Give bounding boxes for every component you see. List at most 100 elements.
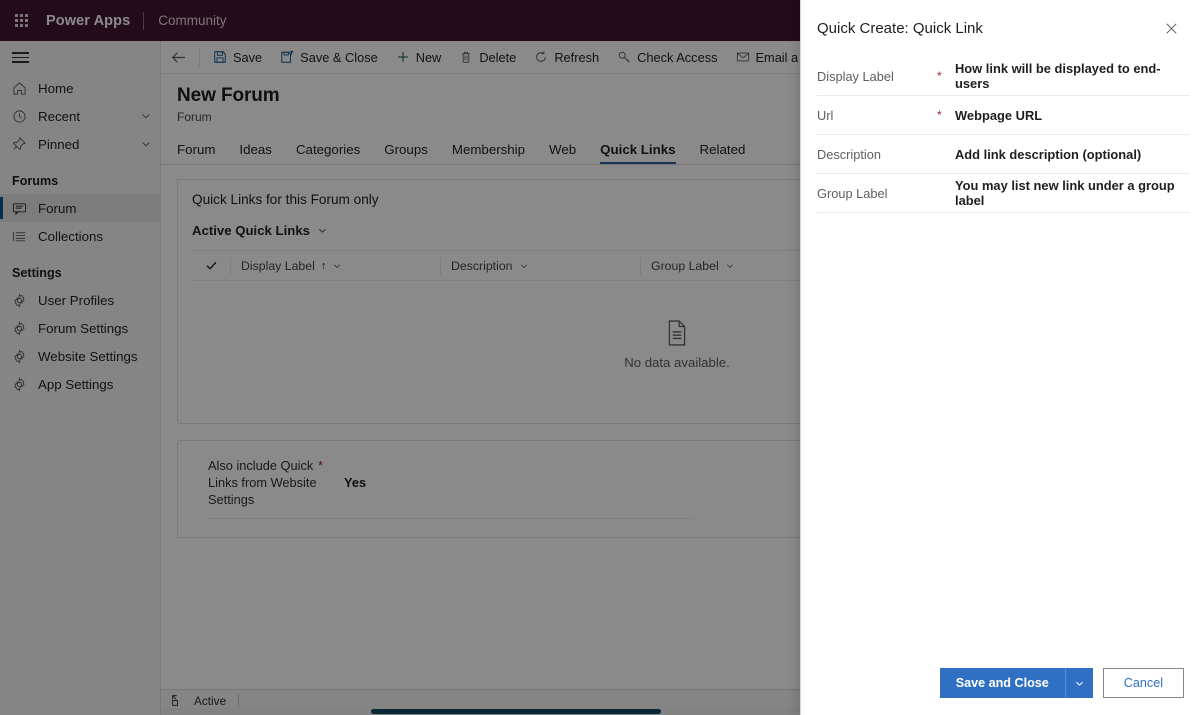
save-icon (213, 50, 227, 64)
save-button[interactable]: Save (204, 41, 271, 73)
command-label: Save (233, 49, 263, 65)
field-description: Description Add link description (option… (817, 135, 1190, 174)
required-marker: * (318, 458, 324, 473)
sidebar-item-label: Home (38, 80, 74, 96)
chevron-down-icon[interactable] (725, 261, 735, 271)
field-value[interactable]: Yes (344, 475, 366, 490)
grid-column-group-label[interactable]: Group Label (640, 256, 810, 275)
field-label: Group Label (817, 185, 888, 201)
cancel-button[interactable]: Cancel (1102, 668, 1184, 698)
required-marker: * (937, 69, 942, 83)
sidebar-item-label: Pinned (38, 136, 80, 152)
sidebar-item-website-settings[interactable]: Website Settings (0, 342, 160, 370)
open-in-new-window-icon[interactable] (161, 694, 194, 707)
column-label: Display Label (241, 258, 315, 273)
field-url: Url * Webpage URL (817, 96, 1190, 135)
sidebar-item-collections[interactable]: Collections (0, 222, 160, 250)
view-selector[interactable]: Active Quick Links (192, 223, 328, 238)
tab-related[interactable]: Related (688, 142, 758, 164)
view-selector-label: Active Quick Links (192, 223, 310, 238)
sidebar-item-forum-settings[interactable]: Forum Settings (0, 314, 160, 342)
chevron-down-icon[interactable] (140, 110, 152, 122)
collections-icon (12, 227, 34, 245)
tab-membership[interactable]: Membership (440, 142, 537, 164)
field-label: Display Label (817, 68, 894, 84)
chevron-down-icon[interactable] (519, 261, 529, 271)
tab-ideas[interactable]: Ideas (227, 142, 284, 164)
include-website-quicklinks-field: Also include Quick Links from Website Se… (208, 457, 693, 519)
sidebar-item-label: Forum Settings (38, 320, 129, 336)
sidebar-item-label: Recent (38, 108, 81, 124)
sidebar-item-label: Forum (38, 200, 77, 216)
gear-icon (12, 375, 34, 393)
field-group-label: Group Label You may list new link under … (817, 174, 1190, 213)
panel-title: Quick Create: Quick Link (817, 20, 983, 37)
environment-label[interactable]: Community (144, 13, 226, 28)
sidebar-item-recent[interactable]: Recent (0, 102, 160, 130)
close-icon[interactable] (1156, 14, 1186, 44)
pin-icon (12, 135, 34, 153)
column-label: Group Label (651, 258, 719, 273)
refresh-icon (534, 50, 548, 64)
command-divider (199, 48, 200, 66)
panel-header: Quick Create: Quick Link (801, 0, 1200, 57)
no-data-text: No data available. (624, 355, 730, 370)
email-icon (736, 50, 750, 64)
panel-footer: Save and Close Cancel (801, 651, 1200, 715)
sidebar-item-label: User Profiles (38, 292, 115, 308)
chevron-down-icon[interactable] (140, 138, 152, 150)
command-label: Refresh (554, 49, 600, 65)
brand-label[interactable]: Power Apps (42, 13, 143, 29)
panel-form: Display Label * How link will be display… (801, 57, 1200, 651)
plus-icon (396, 50, 410, 64)
check-access-button[interactable]: Check Access (608, 41, 726, 73)
document-icon (666, 320, 688, 346)
sidebar-item-home[interactable]: Home (0, 74, 160, 102)
hamburger-menu-icon[interactable] (0, 41, 160, 74)
url-input[interactable]: Webpage URL (955, 108, 1190, 123)
record-state-label: Active (194, 693, 227, 708)
save-and-close-split-button: Save and Close (939, 668, 1093, 698)
select-all-checkbox[interactable] (192, 259, 230, 272)
sidebar-group-forums: Forums (12, 174, 59, 188)
tab-forum[interactable]: Forum (177, 142, 227, 164)
sidebar-item-label: Collections (38, 228, 104, 244)
sidebar-item-app-settings[interactable]: App Settings (0, 370, 160, 398)
gear-icon (12, 347, 34, 365)
quick-create-panel: Quick Create: Quick Link Display Label *… (800, 0, 1200, 715)
delete-button[interactable]: Delete (450, 41, 525, 73)
sidebar-item-user-profiles[interactable]: User Profiles (0, 286, 160, 314)
app-launcher-icon[interactable] (0, 0, 42, 41)
status-divider (238, 694, 240, 707)
refresh-button[interactable]: Refresh (525, 41, 608, 73)
app-root: Power Apps Community Home Recent Pinned … (0, 0, 1200, 715)
horizontal-scrollbar[interactable] (161, 708, 800, 715)
save-and-close-button[interactable]: Save and Close (939, 668, 1065, 698)
back-arrow-icon[interactable] (161, 41, 195, 73)
grid-column-display-label[interactable]: Display Label ↑ (230, 256, 440, 275)
trash-icon (459, 50, 473, 64)
sort-ascending-arrow: ↑ (320, 259, 327, 272)
home-icon (12, 79, 34, 97)
field-label: Description (817, 146, 882, 162)
tab-categories[interactable]: Categories (284, 142, 372, 164)
group-label-input[interactable]: You may list new link under a group labe… (955, 178, 1190, 208)
scrollbar-thumb[interactable] (371, 709, 661, 714)
save-options-chevron-down-icon[interactable] (1064, 668, 1093, 698)
command-label: New (415, 49, 442, 65)
display-label-input[interactable]: How link will be displayed to end-users (955, 61, 1190, 91)
grid-column-description[interactable]: Description (440, 256, 640, 275)
chevron-down-icon[interactable] (332, 261, 342, 271)
tab-web[interactable]: Web (537, 142, 588, 164)
new-button[interactable]: New (387, 41, 451, 73)
gear-icon (12, 291, 34, 309)
command-label: Save & Close (300, 49, 378, 65)
tab-groups[interactable]: Groups (372, 142, 440, 164)
sidebar-item-forum[interactable]: Forum (0, 194, 160, 222)
description-input[interactable]: Add link description (optional) (955, 147, 1190, 162)
save-and-close-button[interactable]: Save & Close (271, 41, 387, 73)
key-icon (617, 50, 631, 64)
sidebar-item-pinned[interactable]: Pinned (0, 130, 160, 158)
command-label: Delete (479, 49, 517, 65)
tab-quick-links[interactable]: Quick Links (588, 142, 687, 164)
